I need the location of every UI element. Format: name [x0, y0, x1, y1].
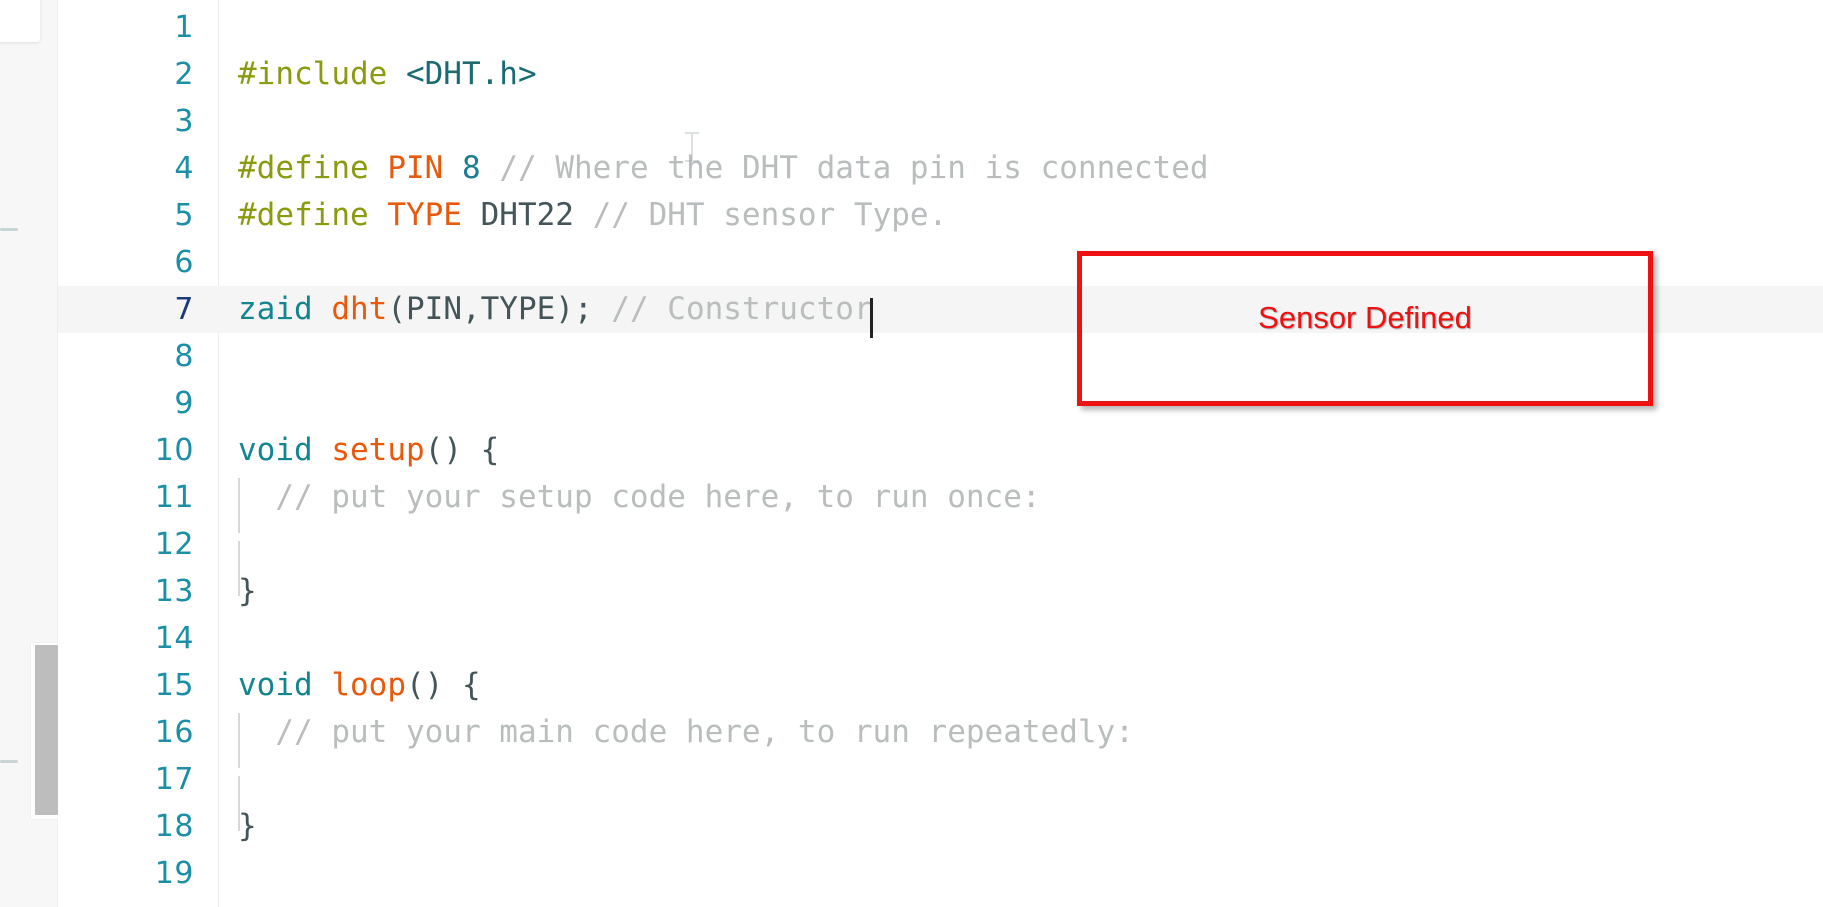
code-line-row[interactable]: 2 #include <DHT.h>: [58, 51, 1823, 98]
code-token: TYPE: [387, 197, 462, 233]
line-number: 13: [154, 573, 194, 609]
screenshot-root: 1 2 #include <DHT.h> 3 4 #define PIN 8 // Whe…: [0, 0, 1823, 907]
code-line-text[interactable]: #define TYPE DHT22 // DHT sensor Type.: [214, 200, 1823, 231]
code-line-text[interactable]: #define PIN 8 // Where the DHT data pin …: [214, 153, 1823, 184]
line-number: 6: [174, 244, 194, 280]
code-token: zaid: [238, 291, 332, 327]
line-number: 1: [174, 9, 194, 45]
line-number: 8: [174, 338, 194, 374]
line-number: 7: [174, 291, 194, 327]
code-line-row[interactable]: 15 void loop() {: [58, 662, 1823, 709]
code-token: (PIN,TYPE);: [387, 291, 612, 327]
line-number: 10: [154, 432, 194, 468]
line-number: 5: [174, 197, 194, 233]
code-line-text[interactable]: // put your setup code here, to run once…: [214, 478, 1823, 533]
code-line-text[interactable]: }: [214, 811, 1823, 842]
code-editor[interactable]: 1 2 #include <DHT.h> 3 4 #define PIN 8 // Whe…: [58, 0, 1823, 907]
code-token: void: [238, 432, 313, 468]
line-number: 17: [154, 761, 194, 797]
text-caret: [870, 298, 874, 338]
rail-tick-lower: [0, 760, 18, 763]
code-token: // Constructor: [611, 291, 873, 327]
code-token: setup: [331, 432, 425, 468]
code-line-row[interactable]: 19: [58, 850, 1823, 897]
code-token: dht: [331, 291, 388, 327]
code-line-text[interactable]: // put your main code here, to run repea…: [214, 713, 1823, 768]
line-number: 4: [174, 150, 194, 186]
code-line-row[interactable]: 13}: [58, 568, 1823, 615]
code-line-text[interactable]: void setup() {: [214, 435, 1823, 466]
code-line-row[interactable]: 11 // put your setup code here, to run o…: [58, 474, 1823, 533]
code-line-row[interactable]: 18}: [58, 803, 1823, 850]
code-line-row[interactable]: 17: [58, 756, 1823, 831]
code-line-text[interactable]: void loop() {: [214, 670, 1823, 701]
code-token: <DHT.h>: [405, 56, 537, 92]
code-line-row[interactable]: 16 // put your main code here, to run re…: [58, 709, 1823, 768]
line-number: 15: [154, 667, 194, 703]
code-token: }: [238, 808, 257, 844]
code-token: }: [238, 573, 257, 609]
code-token: #define: [238, 197, 388, 233]
line-number: 11: [154, 479, 194, 515]
code-line-row[interactable]: 1: [58, 4, 1823, 51]
code-token: loop: [331, 667, 406, 703]
line-number: 9: [174, 385, 194, 421]
vertical-scrollbar-thumb[interactable]: [35, 645, 58, 815]
code-token: #include: [238, 56, 406, 92]
line-number: 16: [154, 714, 194, 750]
code-line-row[interactable]: 14: [58, 615, 1823, 662]
code-token: #define: [238, 150, 388, 186]
rail-top-card: [0, 0, 40, 42]
code-token: () {: [424, 432, 500, 468]
code-line-list: 1 2 #include <DHT.h> 3 4 #define PIN 8 // Whe…: [58, 0, 1823, 907]
code-line-row[interactable]: 3: [58, 98, 1823, 145]
line-number: 19: [154, 855, 194, 891]
rail-tick-upper: [0, 228, 18, 231]
code-token: 8: [461, 150, 481, 186]
line-number: 18: [154, 808, 194, 844]
code-line-row[interactable]: 10 void setup() {: [58, 427, 1823, 474]
line-number: 12: [154, 526, 194, 562]
code-line-text[interactable]: #include <DHT.h>: [214, 59, 1823, 90]
code-token: // put your setup code here, to run once…: [238, 479, 1041, 515]
code-line-text[interactable]: }: [214, 576, 1823, 607]
line-number: 2: [174, 56, 194, 92]
code-token: // put your main code here, to run repea…: [238, 714, 1134, 750]
code-token: void: [238, 667, 313, 703]
line-number: 14: [154, 620, 194, 656]
code-line-row[interactable]: 4 #define PIN 8 // Where the DHT data pin…: [58, 145, 1823, 192]
code-token: DHT22: [461, 197, 593, 233]
code-token: // Where the DHT data pin is connected: [499, 150, 1209, 186]
code-line-row[interactable]: 12: [58, 521, 1823, 596]
annotation-box: [1077, 251, 1653, 406]
code-line-row[interactable]: 5 #define TYPE DHT22 // DHT sensor Type.: [58, 192, 1823, 239]
code-token: PIN: [387, 150, 444, 186]
line-number: 3: [174, 103, 194, 139]
code-token: // DHT sensor Type.: [592, 197, 948, 233]
code-token: () {: [405, 667, 481, 703]
